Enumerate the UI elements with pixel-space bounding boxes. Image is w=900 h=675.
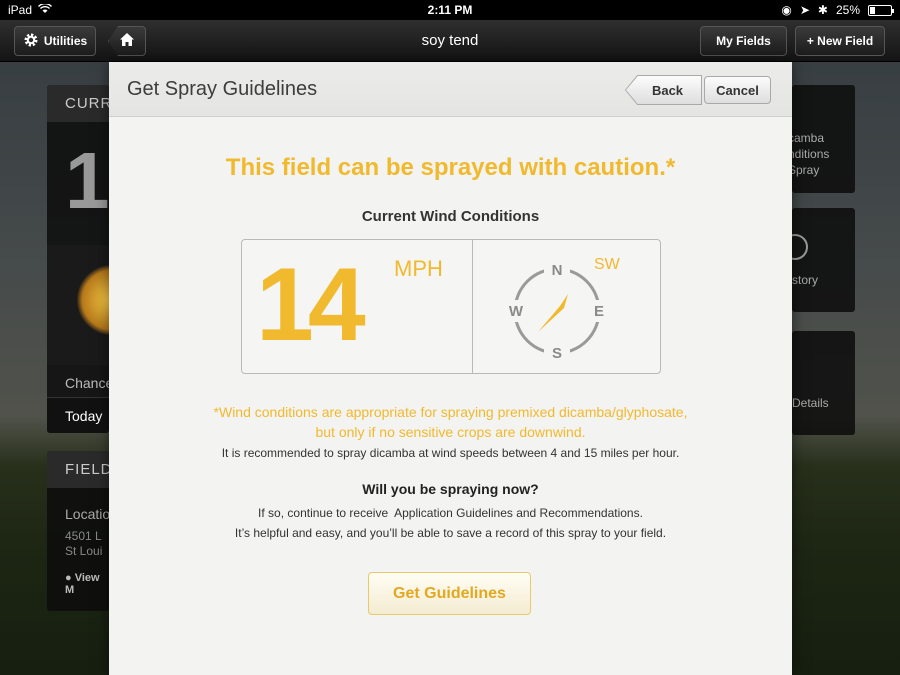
wind-speed-value: 14 [256, 247, 366, 363]
wind-conditions-panel: 14 MPH N S W E SW [241, 239, 661, 374]
get-guidelines-button[interactable]: Get Guidelines [368, 572, 531, 615]
info-line1: If so, continue to receive Application G… [258, 506, 643, 520]
modal-title: Get Spray Guidelines [127, 78, 318, 100]
new-field-button[interactable]: + New Field [795, 26, 885, 56]
recommendation-text: It is recommended to spray dicamba at wi… [221, 446, 680, 460]
right-card1-line2: nditions [792, 147, 830, 161]
back-button[interactable]: Back [626, 76, 701, 104]
address-line1: 4501 L [65, 529, 102, 543]
address-line2: St Loui [65, 544, 103, 558]
orientation-lock-icon: ◉ [781, 3, 792, 17]
compass-n: N [552, 262, 563, 279]
compass-e: E [594, 303, 604, 320]
new-field-label: + New Field [806, 34, 874, 48]
history-label: story [792, 273, 819, 287]
wifi-icon [38, 3, 53, 17]
history-card[interactable]: story [792, 208, 855, 312]
compass-w: W [509, 303, 524, 320]
battery-icon [868, 4, 894, 16]
history-icon [792, 234, 808, 260]
caution-note: *Wind conditions are appropriate for spr… [109, 402, 792, 442]
weather-image-area [47, 245, 109, 365]
bluetooth-icon: ✱ [817, 3, 828, 17]
current-temp-number: 1 [65, 136, 109, 225]
caution-line1: *Wind conditions are appropriate for spr… [213, 404, 688, 420]
panel-divider [472, 240, 473, 373]
wind-direction: SW [594, 256, 620, 273]
view-map-link[interactable]: ● View M [65, 572, 109, 596]
wind-conditions-title: Current Wind Conditions [361, 208, 540, 225]
wind-speed-unit: MPH [394, 256, 443, 281]
details-card[interactable]: Details [792, 331, 855, 435]
field-card-header: FIELD [47, 451, 109, 488]
info-line2: It’s helpful and easy, and you’ll be abl… [234, 526, 667, 540]
compass-needle [538, 294, 568, 332]
pin-icon: ● [65, 572, 72, 584]
today-label: Today [65, 408, 103, 424]
field-info-card: FIELD Locatio 4501 L St Loui ● View M [47, 451, 109, 611]
right-card1-line3: Spray [792, 163, 820, 177]
current-card-header: CURR [47, 85, 109, 122]
location-arrow-icon: ➤ [799, 3, 810, 17]
cancel-button[interactable]: Cancel [704, 76, 771, 104]
my-fields-button[interactable]: My Fields [700, 26, 787, 56]
modal-header: Get Spray Guidelines Back Cancel [109, 62, 792, 117]
spray-status-headline: This field can be sprayed with caution.* [225, 154, 676, 181]
device-label: iPad [8, 3, 33, 17]
dicamba-conditions-card[interactable]: camba nditions Spray [792, 85, 855, 193]
caution-line2: but only if no sensitive crops are downw… [315, 424, 586, 440]
compass-s: S [552, 345, 562, 362]
status-time: 2:11 PM [427, 3, 473, 17]
location-label: Locatio [65, 506, 109, 522]
right-card1-line1: camba [792, 131, 825, 145]
status-bar: iPad 2:11 PM ◉ ➤ ✱ 25% [0, 0, 900, 20]
my-fields-label: My Fields [716, 34, 771, 48]
battery-percent: 25% [835, 3, 860, 17]
details-label: Details [792, 396, 829, 410]
chance-label: Chance [65, 375, 109, 391]
sun-icon [77, 265, 109, 335]
current-conditions-card: CURR 1 Chance Today [47, 85, 109, 433]
nav-bar: Utilities soy tend My Fields + New Field [0, 20, 900, 62]
info-text: If so, continue to receive Application G… [109, 503, 792, 543]
spray-guidelines-modal: Get Spray Guidelines Back Cancel This fi… [109, 62, 792, 675]
spraying-question: Will you be spraying now? [362, 481, 539, 497]
